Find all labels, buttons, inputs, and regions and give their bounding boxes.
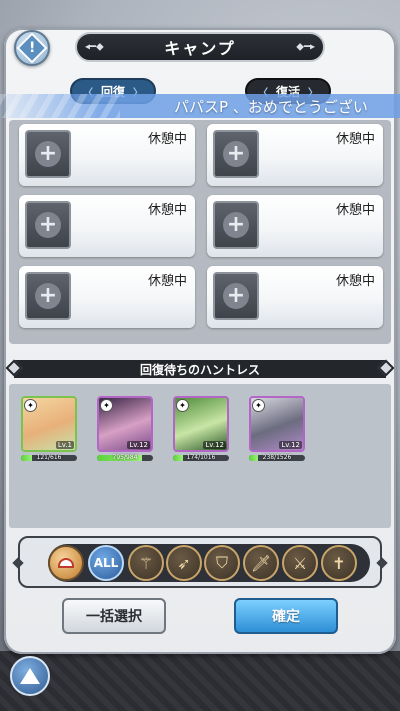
sword-icon: 🗡	[250, 553, 272, 573]
info-icon: !	[16, 32, 48, 64]
class-icon: ✦	[100, 399, 113, 412]
recovery-slot[interactable]: + 休憩中	[207, 195, 383, 257]
hunter-level: Lv.12	[127, 441, 150, 449]
hunter-card[interactable]: ✦ Lv.12	[249, 396, 305, 452]
all-filter-label: ALL	[93, 556, 119, 570]
title-deco-left: ◂━◆	[85, 41, 104, 53]
type-icon	[58, 558, 74, 568]
recovery-slot[interactable]: + 休憩中	[19, 266, 195, 328]
hp-text: 795/984	[112, 454, 138, 461]
waiting-hunter-list: ✦ Lv.1 121/616 ✦ Lv.12 795/984 ✦ Lv.12 174/1016 ✦…	[9, 384, 391, 528]
hp-text: 121/616	[36, 454, 62, 461]
slot-add-box: +	[213, 201, 259, 249]
bottom-band	[0, 651, 400, 711]
plus-icon: +	[223, 141, 249, 167]
hunter-card[interactable]: ✦ Lv.12	[173, 396, 229, 452]
hp-text: 174/1016	[186, 454, 216, 461]
recovery-slot[interactable]: + 休憩中	[19, 195, 195, 257]
waiting-section-header: 回復待ちのハントレス	[5, 359, 395, 378]
hunter-level: Lv.12	[279, 441, 302, 449]
announcement-text: パパスP 、おめでとうござい	[174, 98, 368, 116]
slot-add-box: +	[25, 130, 71, 178]
cross-filter-button[interactable]: ✝	[321, 545, 357, 581]
plus-icon: +	[223, 212, 249, 238]
crossed-swords-filter-button[interactable]: ⚔	[282, 545, 318, 581]
class-icon: ✦	[252, 399, 265, 412]
plus-icon: +	[223, 283, 249, 309]
all-filter-button[interactable]: ALL	[88, 545, 124, 581]
slot-status: 休憩中	[335, 132, 375, 147]
title-bar: ◂━◆ キャンプ ◆━▸	[75, 32, 325, 62]
slot-add-box: +	[25, 201, 71, 249]
slot-status: 休憩中	[147, 203, 187, 218]
hunter-level: Lv.1	[55, 441, 74, 449]
hp-text: 238/1526	[262, 454, 292, 461]
bow-filter-button[interactable]: ➶	[166, 545, 202, 581]
plus-icon: +	[35, 212, 61, 238]
shield-icon: ⛉	[215, 553, 228, 572]
title-deco-right: ◆━▸	[296, 41, 315, 53]
slot-add-box: +	[25, 272, 71, 320]
slot-add-box: +	[213, 130, 259, 178]
slot-status: 休憩中	[147, 132, 187, 147]
sword-filter-button[interactable]: 🗡	[243, 545, 279, 581]
recovery-slot[interactable]: + 休憩中	[207, 124, 383, 186]
hunter-card[interactable]: ✦ Lv.12	[97, 396, 153, 452]
plus-icon: +	[35, 141, 61, 167]
waiting-section-title: 回復待ちのハントレス	[139, 362, 260, 377]
class-icon: ✦	[176, 399, 189, 412]
recovery-slot-grid: + 休憩中 + 休憩中 + 休憩中 + 休憩中 + 休憩中 + 休憩中	[9, 120, 391, 344]
home-icon	[20, 668, 40, 684]
hunter-card[interactable]: ✦ Lv.1	[21, 396, 77, 452]
crossed-swords-icon: ⚔	[292, 553, 308, 573]
announcement-banner: パパスP 、おめでとうござい	[0, 94, 400, 118]
confirm-button[interactable]: 確定	[234, 598, 338, 634]
slot-status: 休憩中	[147, 274, 187, 289]
slot-status: 休憩中	[335, 274, 375, 289]
bow-icon: ➶	[177, 553, 191, 573]
banner-chevrons	[0, 94, 120, 118]
staff-icon: ⚚	[138, 553, 154, 573]
select-all-button[interactable]: 一括選択	[62, 598, 166, 634]
page-title: キャンプ	[164, 39, 236, 58]
slot-add-box: +	[213, 272, 259, 320]
home-button[interactable]	[10, 656, 50, 696]
slot-status: 休憩中	[335, 203, 375, 218]
staff-filter-button[interactable]: ⚚	[128, 545, 164, 581]
plus-icon: +	[35, 283, 61, 309]
info-button[interactable]: !	[14, 30, 50, 66]
class-icon: ✦	[24, 399, 37, 412]
shield-filter-button[interactable]: ⛉	[204, 545, 240, 581]
recovery-slot[interactable]: + 休憩中	[207, 266, 383, 328]
cross-icon: ✝	[332, 553, 346, 573]
type-filter-button[interactable]	[48, 545, 84, 581]
hunter-level: Lv.12	[203, 441, 226, 449]
recovery-slot[interactable]: + 休憩中	[19, 124, 195, 186]
